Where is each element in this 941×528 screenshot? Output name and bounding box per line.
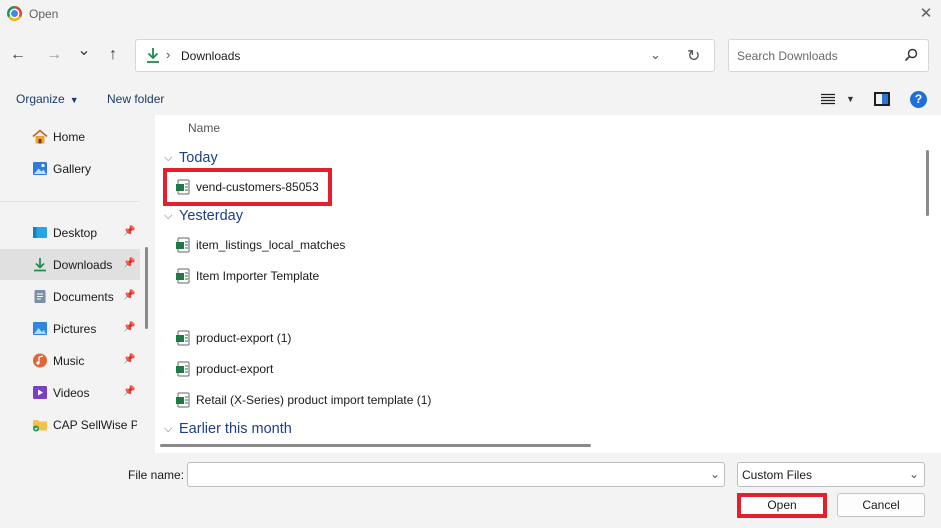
file-name: product-export	[196, 362, 274, 376]
downloads-icon	[147, 48, 159, 63]
chrome-icon	[7, 6, 22, 21]
sidebar-item-pictures[interactable]: Pictures 📌	[0, 313, 140, 344]
address-dropdown-icon[interactable]: ⌄	[650, 47, 661, 63]
search-icon[interactable]	[904, 48, 918, 62]
forward-button[interactable]: →	[42, 42, 66, 68]
sidebar-scrollbar[interactable]	[145, 247, 148, 329]
command-bar: Organize ▼ New folder ▼ ?	[0, 84, 941, 115]
pin-icon[interactable]: 📌	[123, 226, 135, 237]
chevron-down-icon: ⌵	[164, 210, 173, 222]
window-title: Open	[29, 7, 59, 21]
music-icon	[33, 353, 47, 368]
file-name-input[interactable]: ⌄	[187, 462, 725, 487]
sidebar-item-desktop[interactable]: Desktop 📌	[0, 217, 140, 248]
file-list: Name ⌵ Today vend-customers-85053 ⌵ Yest…	[155, 115, 941, 453]
csv-file-icon	[176, 237, 190, 253]
organize-button[interactable]: Organize ▼	[16, 92, 79, 106]
view-options-dropdown[interactable]: ▼	[846, 94, 855, 104]
pin-icon[interactable]: 📌	[123, 322, 135, 333]
pin-icon[interactable]: 📌	[123, 258, 135, 269]
close-button[interactable]: ✕	[911, 0, 941, 28]
group-header-today[interactable]: ⌵ Today	[160, 148, 860, 170]
chevron-down-icon: ⌵	[164, 152, 173, 164]
sidebar-item-videos[interactable]: Videos 📌	[0, 377, 140, 408]
file-name: Retail (X-Series) product import templat…	[196, 393, 432, 407]
annotation-highlight-box	[163, 168, 332, 206]
csv-file-icon	[176, 361, 190, 377]
content-horizontal-scrollbar[interactable]	[160, 444, 591, 447]
navigation-pane: Home Gallery Desktop 📌 Downloads 📌 Docum…	[0, 115, 155, 453]
organize-label: Organize	[16, 92, 65, 106]
chevron-down-icon: ⌄	[909, 467, 920, 481]
gallery-icon	[33, 162, 47, 175]
sidebar-item-label: CAP SellWise Pr	[53, 418, 137, 432]
group-header-yesterday[interactable]: ⌵ Yesterday	[160, 206, 860, 228]
view-list-icon[interactable]	[821, 93, 835, 105]
sidebar-item-label: Gallery	[53, 162, 92, 176]
address-bar[interactable]: › Downloads ⌄ ↻	[135, 39, 715, 72]
folder-icon	[33, 420, 47, 432]
refresh-icon[interactable]: ↻	[687, 46, 700, 66]
back-button[interactable]: ←	[6, 42, 30, 68]
file-name: item_listings_local_matches	[196, 238, 346, 252]
preview-pane-icon[interactable]	[874, 92, 890, 106]
sidebar-item-home[interactable]: Home	[0, 121, 140, 152]
pin-icon[interactable]: 📌	[123, 290, 135, 301]
list-item[interactable]: Item Importer Template	[155, 263, 915, 289]
dialog-footer: File name: ⌄ Custom Files ⌄ Open Cancel	[0, 453, 941, 528]
group-header-earlier-this-month[interactable]: ⌵ Earlier this month	[160, 419, 860, 441]
file-type-select[interactable]: Custom Files ⌄	[737, 462, 925, 487]
open-button[interactable]: Open	[737, 493, 827, 518]
breadcrumb-downloads[interactable]: Downloads	[181, 49, 240, 63]
csv-file-icon	[176, 392, 190, 408]
file-name: product-export (1)	[196, 331, 292, 345]
list-item[interactable]: Retail (X-Series) product import templat…	[155, 387, 915, 413]
search-box[interactable]: Search Downloads	[728, 39, 929, 72]
list-item[interactable]: product-export (1)	[155, 325, 915, 351]
list-item[interactable]: item_listings_local_matches	[155, 232, 915, 258]
content-vertical-scrollbar[interactable]	[926, 150, 929, 216]
new-folder-button[interactable]: New folder	[107, 92, 164, 106]
home-icon	[32, 129, 48, 144]
desktop-icon	[33, 227, 47, 238]
pictures-icon	[33, 322, 47, 335]
up-button[interactable]: ↑	[101, 42, 125, 68]
title-bar: Open ✕	[0, 0, 941, 28]
group-label: Yesterday	[179, 208, 243, 224]
sidebar-divider	[0, 201, 140, 202]
list-item[interactable]: product-export	[155, 356, 915, 382]
navigation-bar: ← → ⌄ ↑ › Downloads ⌄ ↻ Search Downloads	[0, 28, 941, 84]
group-label: Earlier this month	[179, 421, 292, 437]
file-type-value: Custom Files	[742, 468, 813, 482]
chevron-down-icon: ⌵	[164, 423, 173, 435]
search-input[interactable]: Search Downloads	[737, 49, 838, 63]
file-name: Item Importer Template	[196, 269, 320, 283]
csv-file-icon	[176, 268, 190, 284]
sidebar-item-documents[interactable]: Documents 📌	[0, 281, 140, 312]
group-label: Today	[179, 150, 218, 166]
pin-icon[interactable]: 📌	[123, 386, 135, 397]
sidebar-item-music[interactable]: Music 📌	[0, 345, 140, 376]
chevron-down-icon[interactable]: ⌄	[710, 467, 720, 481]
sidebar-item-label: Home	[53, 130, 86, 144]
pin-icon[interactable]: 📌	[123, 354, 135, 365]
chevron-down-icon: ▼	[69, 95, 79, 105]
sidebar-item-gallery[interactable]: Gallery	[0, 153, 140, 184]
breadcrumb-separator: ›	[166, 47, 171, 62]
downloads-icon	[34, 258, 46, 272]
documents-icon	[34, 290, 46, 303]
sidebar-item-cap-sellwise[interactable]: CAP SellWise Pr	[0, 409, 140, 440]
column-header-name[interactable]: Name	[188, 121, 220, 135]
help-icon[interactable]: ?	[910, 91, 927, 108]
cancel-button[interactable]: Cancel	[837, 493, 925, 517]
csv-file-icon	[176, 330, 190, 346]
recent-locations-button[interactable]: ⌄	[72, 38, 96, 64]
videos-icon	[33, 386, 47, 399]
file-name-label: File name:	[128, 468, 185, 482]
sidebar-item-downloads[interactable]: Downloads 📌	[0, 249, 140, 280]
